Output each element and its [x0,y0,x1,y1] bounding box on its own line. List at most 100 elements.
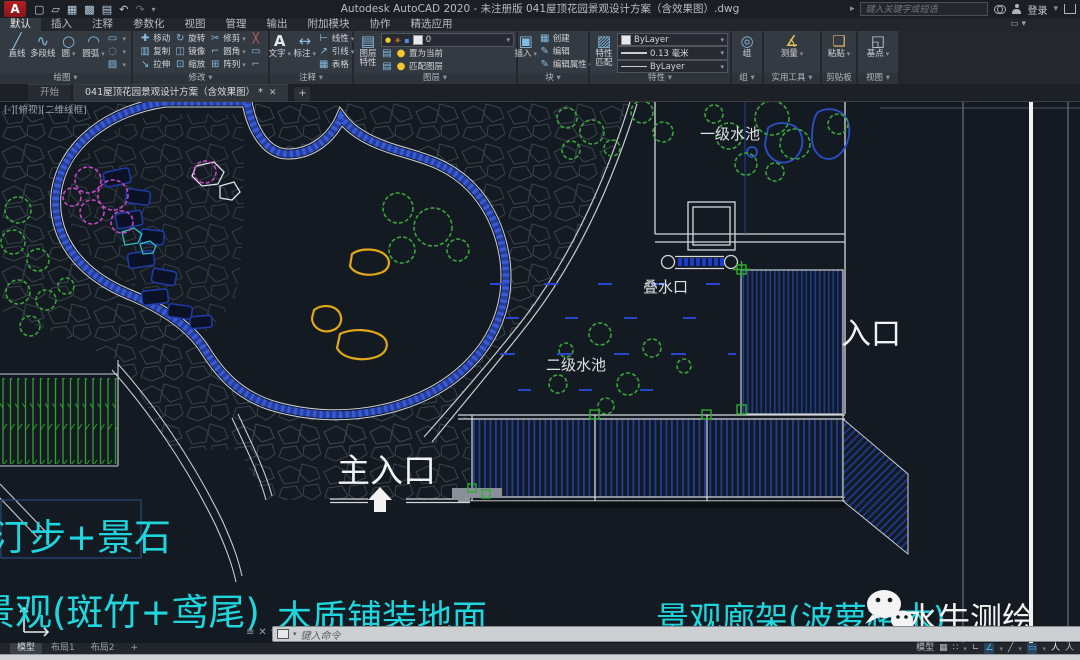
search-input[interactable] [860,2,988,16]
rectangle-button[interactable]: ▭ [107,33,127,45]
recent-commands-icon[interactable] [277,629,289,639]
dimension-button[interactable]: ↔ 标注 [293,31,317,73]
insert-block-icon: ▣ [519,33,533,50]
model-space-canvas[interactable]: [-][俯视][二维线框] 一级水池 叠水口 二级水池 主入口 入口 汀步+景石… [0,101,1080,644]
panel-label-clipboard[interactable]: 剪贴板 [822,73,856,84]
layer-stack-icon: ▤ [381,48,393,60]
linetype-dropdown[interactable]: ByLayer [617,60,728,73]
copy-button[interactable]: ▥复制 [139,46,170,58]
move-button[interactable]: ✚移动 [139,33,170,45]
circle-button[interactable]: ○ 圆 [57,31,81,73]
search-expand-icon[interactable]: ▸ [850,4,855,14]
command-history-icon[interactable]: ≡ [246,627,254,638]
osnap-toggle-icon[interactable]: ▭ [1027,643,1038,654]
tab-collaborate[interactable]: 协作 [360,18,401,31]
annotation-scale-icon[interactable]: 人 [1065,643,1074,654]
panel-label-block[interactable]: 块 [518,73,588,84]
tab-default[interactable]: 默认 [0,18,41,31]
explode-button[interactable]: ▭ [250,46,262,58]
trim-button[interactable]: ✂修剪 [209,33,246,45]
panel-label-annotate[interactable]: 注释 [270,73,352,84]
layer-select-dropdown[interactable]: ● ☀ ▪ 0 [381,33,514,47]
stretch-button[interactable]: ↘拉伸 [139,59,170,71]
object-track-icon[interactable]: ╱ [1008,643,1013,654]
panel-label-modify[interactable]: 修改 [133,73,268,84]
start-tab[interactable]: 开始 [28,84,71,101]
tab-insert[interactable]: 插入 [41,18,82,31]
panel-label-draw[interactable]: 绘图 [0,73,131,84]
array-button[interactable]: ⊞阵列 [209,59,246,71]
layout2-tab[interactable]: 布局2 [84,643,122,654]
viewport-controls[interactable]: [-][俯视][二维线框] [4,104,87,116]
leader-button[interactable]: ↗引线 [318,46,355,58]
panel-label-properties[interactable]: 特性 [590,73,730,84]
command-close-icon[interactable]: ✕ [258,627,266,638]
tab-parametric[interactable]: 参数化 [123,18,175,31]
model-space-label[interactable]: 模型 [916,643,934,654]
otrack-dropdown-icon[interactable]: ▾ [1018,645,1022,653]
match-properties-button[interactable]: ▨ 特性 匹配 [592,31,616,73]
panel-label-utilities[interactable]: 实用工具 [764,73,820,84]
edit-attribute-button[interactable]: ✎编辑属性 [539,59,593,71]
panel-label-layer[interactable]: 图层 [354,73,516,84]
polar-tracking-icon[interactable]: ∠ [984,643,994,654]
object-color-dropdown[interactable]: ByLayer [617,33,728,46]
app-store-cart-icon[interactable] [1064,4,1076,14]
fillet-button[interactable]: ⌐圆角 [209,46,246,58]
layer-properties-button[interactable]: ▤ 图层 特性 [356,31,380,73]
paste-button[interactable]: ❏ 粘贴 [827,31,851,73]
osnap-dropdown-icon[interactable]: ▾ [1042,645,1046,653]
snap-toggle-icon[interactable]: ∷ [953,643,959,654]
drawing-tab[interactable]: 041屋顶花园景观设计方案（含效果图）*✕ [73,84,288,101]
tab-manage[interactable]: 管理 [216,18,257,31]
hatch-button[interactable]: ▨ [107,59,127,71]
mirror-button[interactable]: ◫镜像 [174,46,205,58]
text-button[interactable]: A 文字 [268,31,292,73]
panel-label-group[interactable]: 组 [732,73,762,84]
set-current-button[interactable]: ▤ ● 置为当前 [381,48,514,60]
snap-dropdown-icon[interactable]: ▾ [963,645,967,653]
panel-label-view[interactable]: 视图 [858,73,898,84]
search-binoculars-icon[interactable] [994,5,1006,13]
panel-properties: ▨ 特性 匹配 ByLayer 0.13 毫米 ByLayer 特性 [590,31,730,84]
sign-in-dropdown-icon[interactable]: ▾ [1053,4,1058,14]
tab-view[interactable]: 视图 [175,18,216,31]
tab-annotate[interactable]: 注释 [82,18,123,31]
sign-in-link[interactable]: 登录 [1027,2,1047,17]
tab-addins[interactable]: 附加模块 [298,18,360,31]
arc-button[interactable]: ◠ 圆弧 [82,31,106,73]
layout1-tab[interactable]: 布局1 [44,643,82,654]
command-input-bar[interactable]: ▾ 键入命令 [272,626,1080,642]
ortho-toggle-icon[interactable]: ∟ [972,643,980,654]
group-button[interactable]: ◎ 组 [735,31,759,73]
recent-commands-caret-icon[interactable]: ▾ [293,630,297,638]
annotation-visibility-icon[interactable]: 人 [1051,643,1060,654]
create-block-button[interactable]: ▦创建 [539,33,593,45]
model-tab[interactable]: 模型 [10,643,42,654]
linear-button[interactable]: ⊢线性 [318,33,355,45]
insert-block-button[interactable]: ▣ 插入 [514,31,538,73]
match-layer-button[interactable]: ▤ ● 匹配图层 [381,61,514,73]
line-button[interactable]: ╱ 直线 [5,31,29,73]
erase-button[interactable]: ╳ [250,33,262,45]
measure-button[interactable]: ∡ 测量 [780,31,804,73]
ribbon-collapse-icon[interactable]: ▭ ▾ [1010,18,1026,31]
lineweight-dropdown[interactable]: 0.13 毫米 [617,46,728,60]
panel-utilities: ∡ 测量 实用工具 [764,31,820,84]
new-layout-button[interactable]: + [123,643,145,654]
close-tab-icon[interactable]: ✕ [269,88,277,98]
polar-dropdown-icon[interactable]: ▾ [999,645,1003,653]
table-button[interactable]: ▦表格 [318,59,355,71]
tab-featured-apps[interactable]: 精选应用 [401,18,463,31]
tab-output[interactable]: 输出 [257,18,298,31]
base-point-button[interactable]: ◱ 基点 [866,31,890,73]
edit-block-button[interactable]: ✎编辑 [539,46,593,58]
scale-button[interactable]: ⊡缩放 [174,59,205,71]
rotate-button[interactable]: ↻旋转 [174,33,205,45]
account-person-icon[interactable] [1012,4,1021,15]
offset-button[interactable]: ⌐ [250,59,262,71]
polyline-button[interactable]: ∿ 多段线 [30,31,56,73]
grid-toggle-icon[interactable]: ▦ [939,643,948,654]
new-drawing-tab-button[interactable]: + [294,87,310,101]
ellipse-button[interactable]: ◌ [107,46,127,58]
